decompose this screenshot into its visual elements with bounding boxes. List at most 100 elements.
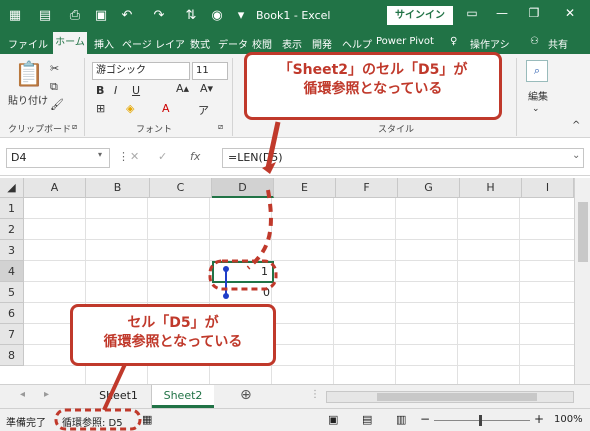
tell-me-search[interactable]: 操作アシ	[470, 36, 510, 51]
column-header[interactable]: D	[212, 178, 274, 198]
row-header[interactable]: 2	[0, 219, 24, 240]
copy-icon[interactable]: ⧉	[50, 80, 58, 94]
normal-view-icon[interactable]: ▣	[328, 413, 338, 426]
paste-button[interactable]: 貼り付け	[8, 92, 48, 107]
minimize-button[interactable]: —	[492, 6, 512, 20]
row-header[interactable]: 3	[0, 240, 24, 261]
formula-input[interactable]: =LEN(D5)	[222, 148, 584, 168]
customize-icon[interactable]: ▾	[232, 8, 250, 23]
tab-developer[interactable]: 開発	[312, 36, 332, 51]
clipboard-launcher-icon[interactable]: ⧄	[72, 122, 77, 132]
column-header[interactable]: A	[24, 178, 86, 198]
cut-icon[interactable]: ✂	[50, 62, 59, 75]
zoom-slider-thumb[interactable]	[479, 415, 482, 426]
column-header[interactable]: C	[150, 178, 212, 198]
search-icon[interactable]: ⌕	[526, 60, 548, 82]
column-header[interactable]: I	[522, 178, 574, 198]
close-button[interactable]: ✕	[560, 6, 580, 20]
row-header[interactable]: 6	[0, 303, 24, 324]
scrollbar-thumb[interactable]	[578, 202, 588, 262]
insert-function-button[interactable]: fx	[190, 150, 200, 163]
chevron-down-icon[interactable]: ▾	[98, 150, 102, 159]
autosave-icon[interactable]: ▤	[36, 8, 54, 23]
ribbon-divider	[84, 58, 85, 136]
format-painter-icon[interactable]: 🖌	[50, 98, 64, 111]
redo-icon[interactable]: ↷	[150, 8, 168, 23]
vertical-scrollbar[interactable]	[574, 178, 590, 384]
tab-data[interactable]: データ	[218, 36, 248, 51]
bottom-callout: セル「D5」が 循環参照となっている	[70, 304, 276, 366]
tab-page-layout[interactable]: ページ レイアウト	[122, 36, 184, 51]
border-icon[interactable]: ⊞	[96, 102, 105, 115]
tab-home[interactable]: ホーム	[53, 32, 87, 54]
tab-view[interactable]: 表示	[282, 36, 302, 51]
column-header[interactable]: E	[274, 178, 336, 198]
zoom-slider[interactable]	[434, 420, 530, 421]
next-sheet-icon[interactable]: ▸	[44, 389, 49, 400]
font-launcher-icon[interactable]: ⧄	[218, 122, 223, 132]
tab-file[interactable]: ファイル	[8, 36, 48, 51]
italic-button[interactable]: I	[114, 84, 117, 97]
scrollbar-thumb[interactable]	[377, 393, 537, 401]
expand-formula-icon[interactable]: ⌄	[572, 150, 580, 161]
restore-button[interactable]: ❐	[524, 6, 544, 20]
tab-help[interactable]: ヘルプ	[342, 36, 372, 51]
column-header[interactable]: G	[398, 178, 460, 198]
font-size-combo[interactable]: 11	[192, 62, 228, 80]
font-color-icon[interactable]: A	[162, 102, 170, 115]
page-break-view-icon[interactable]: ▥	[396, 413, 406, 426]
camera-icon[interactable]: ◉	[208, 8, 226, 23]
horizontal-scrollbar[interactable]	[326, 391, 574, 403]
tab-review[interactable]: 校閲	[252, 36, 272, 51]
editing-button[interactable]: 編集	[528, 88, 548, 103]
sheet-tab-sheet2[interactable]: Sheet2	[152, 385, 214, 408]
zoom-out-icon[interactable]: −	[420, 412, 430, 426]
row-header[interactable]: 1	[0, 198, 24, 219]
chevron-down-icon: ⌄	[532, 104, 540, 114]
select-all-corner[interactable]: ◢	[0, 178, 24, 198]
signin-button[interactable]: サインイン	[387, 6, 453, 25]
sort-icon[interactable]: ⇅	[182, 8, 200, 23]
sheet-tab-sheet1[interactable]: Sheet1	[86, 385, 152, 408]
row-header[interactable]: 5	[0, 282, 24, 303]
save-icon[interactable]: ▣	[92, 8, 110, 23]
font-name-combo[interactable]: 游ゴシック	[92, 62, 190, 80]
column-header[interactable]: B	[86, 178, 150, 198]
paste-icon[interactable]: 📋	[14, 60, 44, 88]
column-header[interactable]: H	[460, 178, 522, 198]
formula-bar: D4 ▾ ⋮ ✕ ✓ fx =LEN(D5) ⌄	[0, 138, 590, 176]
underline-button[interactable]: U	[132, 84, 140, 97]
collapse-ribbon-icon[interactable]: ^	[572, 120, 580, 131]
cancel-icon[interactable]: ✕	[130, 150, 139, 163]
shrink-font-icon[interactable]: A▾	[200, 82, 213, 95]
bold-button[interactable]: B	[96, 84, 104, 97]
circular-reference-status: 循環参照: D5	[62, 418, 123, 429]
zoom-level[interactable]: 100%	[554, 414, 583, 425]
tab-insert[interactable]: 挿入	[94, 36, 114, 51]
page-layout-view-icon[interactable]: ▤	[362, 413, 372, 426]
share-icon[interactable]: ⚇	[530, 36, 539, 47]
tab-formulas[interactable]: 数式	[190, 36, 210, 51]
column-header[interactable]: F	[336, 178, 398, 198]
new-file-icon[interactable]: ⎙	[66, 8, 84, 23]
macro-record-icon[interactable]: ▦	[142, 413, 152, 426]
fill-color-icon[interactable]: ◈	[126, 102, 134, 115]
name-box[interactable]: D4	[6, 148, 110, 168]
phonetic-icon[interactable]: ア	[198, 102, 209, 118]
undo-icon[interactable]: ↶	[118, 8, 136, 23]
enter-icon[interactable]: ✓	[158, 150, 167, 163]
ribbon-display-icon[interactable]: ▭	[462, 6, 482, 20]
add-sheet-icon[interactable]: ⊕	[240, 387, 252, 403]
share-button[interactable]: 共有	[548, 36, 568, 51]
sheet-tabs-bar: ◂ ▸ Sheet1 Sheet2 ⊕ ⋮	[0, 384, 590, 408]
ribbon-divider	[232, 58, 233, 136]
row-header[interactable]: 7	[0, 324, 24, 345]
prev-sheet-icon[interactable]: ◂	[20, 389, 25, 400]
tab-power-pivot[interactable]: Power Pivot	[376, 36, 434, 47]
title-bar: ▦ ▤ ⎙ ▣ ↶ ↷ ⇅ ◉ ▾ Book1 - Excel サインイン ▭ …	[0, 0, 590, 32]
grow-font-icon[interactable]: A▴	[176, 82, 189, 95]
row-header[interactable]: 8	[0, 345, 24, 366]
zoom-in-icon[interactable]: +	[534, 412, 544, 426]
ready-status: 準備完了	[6, 418, 46, 429]
row-header[interactable]: 4	[0, 261, 24, 282]
